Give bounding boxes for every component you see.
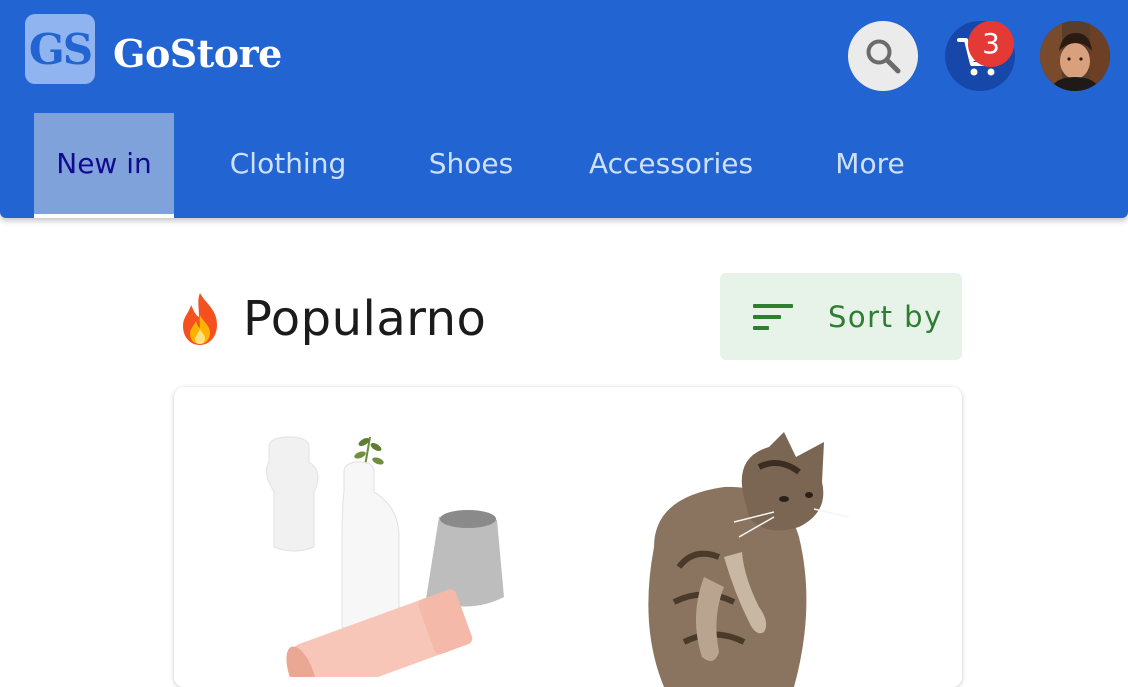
tab-more[interactable]: More (816, 113, 924, 218)
search-icon (866, 39, 901, 74)
section-header: Popularno (175, 287, 486, 351)
sort-label: Sort by (828, 299, 943, 334)
user-avatar-icon (1040, 21, 1110, 91)
sort-button[interactable]: Sort by (720, 273, 962, 360)
tab-clothing[interactable]: Clothing (212, 113, 364, 218)
cat-image[interactable] (584, 427, 884, 687)
brand-name[interactable]: GoStore (113, 26, 282, 82)
product-card[interactable] (174, 387, 962, 687)
logo[interactable]: GS (25, 14, 95, 84)
tab-new-in[interactable]: New in (34, 113, 174, 218)
tab-shoes[interactable]: Shoes (410, 113, 532, 218)
tab-accessories[interactable]: Accessories (570, 113, 772, 218)
app-bar: GS GoStore 3 New in Clothing Shoes Acces… (0, 0, 1128, 218)
search-button[interactable] (848, 21, 918, 91)
fire-icon (183, 293, 217, 345)
section-title: Popularno (243, 291, 487, 347)
vases-image[interactable] (214, 417, 514, 677)
avatar[interactable] (1040, 21, 1110, 91)
sort-icon (753, 303, 793, 330)
cart-count-badge: 3 (968, 21, 1014, 67)
